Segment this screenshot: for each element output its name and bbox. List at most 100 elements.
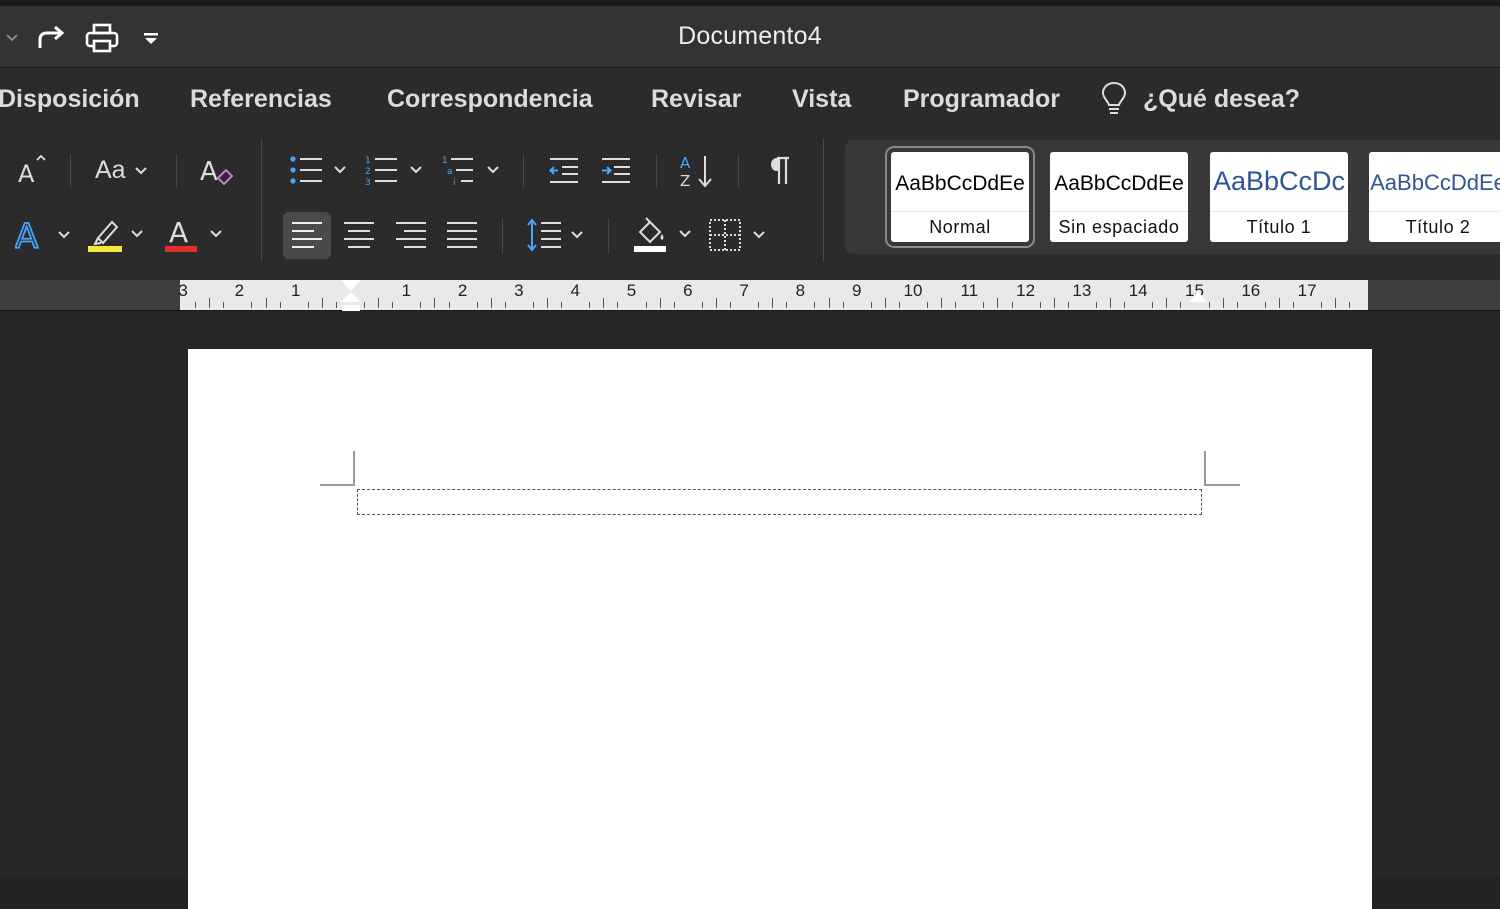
font-color-button[interactable]: A: [165, 216, 223, 252]
svg-text:A: A: [15, 218, 38, 252]
decrease-indent-icon[interactable]: [548, 154, 580, 186]
line-spacing-button[interactable]: [526, 218, 584, 252]
clear-formatting-icon[interactable]: A: [200, 152, 236, 188]
ruler-tick: [701, 302, 703, 308]
change-case-button[interactable]: Aa: [95, 156, 148, 185]
style-sin-espaciado[interactable]: AaBbCcDdEe Sin espaciado: [1050, 152, 1188, 242]
svg-text:1: 1: [365, 156, 371, 166]
ruler-label: 4: [570, 281, 580, 300]
ruler-tick: [617, 302, 619, 308]
ruler-tick: [828, 298, 830, 308]
header-area[interactable]: [357, 489, 1202, 515]
ruler-label: 1: [401, 281, 412, 300]
lightbulb-icon[interactable]: [1100, 80, 1128, 116]
ribbon-tabs: Disposición Referencias Correspondencia …: [0, 68, 1500, 134]
styles-gallery: AaBbCcDdEe Normal AaBbCcDdEe Sin espacia…: [845, 140, 1500, 254]
ruler-tick: [870, 302, 872, 308]
ruler-tick: [1335, 298, 1337, 308]
horizontal-ruler-bar: 3 2 1 1 2 3 4 5 6 7 8 9 10 11 12 13 14 15 16 17: [0, 280, 1500, 317]
ruler-tick: [532, 302, 534, 308]
document-workspace: [0, 311, 1500, 909]
align-center-icon[interactable]: [343, 220, 375, 250]
ruler-label: 13: [1072, 281, 1092, 300]
ruler-tick: [927, 302, 929, 308]
ruler-tick: [1321, 302, 1323, 308]
ruler-tick: [673, 302, 675, 308]
chevron-down-icon: [131, 230, 143, 238]
separator: [502, 218, 503, 254]
justify-icon[interactable]: [446, 220, 478, 250]
multilevel-list-button[interactable]: 1ai: [442, 154, 500, 186]
align-left-icon[interactable]: [291, 220, 323, 250]
ruler-tick: [265, 298, 267, 308]
ruler-label: 12: [1016, 281, 1036, 300]
group-separator: [823, 138, 824, 262]
ruler-tick: [476, 302, 478, 308]
chevron-down-icon: [679, 230, 691, 238]
bullet-list-button[interactable]: [289, 154, 347, 186]
tab-correspondencia[interactable]: Correspondencia: [387, 85, 593, 114]
style-normal[interactable]: AaBbCcDdEe Normal: [885, 146, 1035, 248]
style-sample: AaBbCcDc: [1212, 166, 1346, 196]
tab-referencias[interactable]: Referencias: [190, 85, 332, 114]
ruler-tick: [195, 302, 197, 308]
ruler-tick: [842, 302, 844, 308]
ruler-tick: [448, 302, 450, 308]
ruler-label: 2: [457, 281, 468, 300]
style-name: Título 2: [1369, 211, 1500, 242]
text-effects-icon: A: [15, 218, 39, 252]
group-separator: [261, 138, 262, 262]
ruler-tick: [1349, 302, 1351, 308]
tab-revisar[interactable]: Revisar: [651, 85, 741, 114]
chevron-down-icon: [753, 231, 765, 239]
right-indent-marker[interactable]: [1188, 290, 1208, 309]
ruler-tick: [420, 302, 422, 308]
multilevel-list-icon: 1ai: [442, 156, 473, 186]
tab-vista[interactable]: Vista: [792, 85, 851, 114]
text-effects-button[interactable]: A: [15, 218, 71, 252]
tab-programador[interactable]: Programador: [903, 85, 1060, 114]
svg-text:2: 2: [365, 167, 371, 177]
align-right-icon[interactable]: [395, 220, 427, 250]
separator: [608, 218, 609, 254]
ruler-tick: [1180, 302, 1182, 308]
separator: [70, 154, 71, 188]
borders-button[interactable]: [708, 218, 766, 252]
change-case-label: Aa: [95, 156, 126, 184]
increase-indent-icon[interactable]: [600, 154, 632, 186]
style-titulo-2[interactable]: AaBbCcDdEe Título 2: [1369, 152, 1500, 242]
ruler-label: 8: [795, 281, 806, 300]
ruler-label: 1: [290, 281, 301, 300]
ribbon-toolbar: A Aa A 123 1ai AZ A A AaBbCcDdEe Normal …: [0, 134, 1500, 281]
svg-text:3: 3: [365, 178, 371, 186]
tell-me-search[interactable]: ¿Qué desea?: [1143, 85, 1300, 114]
ruler-tick: [1264, 302, 1266, 308]
ruler-label: 3: [514, 281, 524, 300]
style-sample: AaBbCcDdEe: [895, 172, 1025, 195]
title-bar: Documento4: [0, 0, 1500, 68]
sort-icon[interactable]: AZ: [679, 152, 715, 190]
line-spacing-icon: [527, 218, 561, 252]
ruler-label: 5: [626, 281, 637, 300]
ruler-tick: [758, 302, 760, 308]
document-page[interactable]: [188, 349, 1372, 909]
ruler-tick: [378, 298, 380, 308]
show-formatting-marks-icon[interactable]: [765, 154, 793, 186]
svg-text:A: A: [680, 154, 691, 172]
ruler-tick: [786, 302, 788, 308]
shading-button[interactable]: [632, 216, 692, 252]
separator: [738, 154, 739, 188]
ruler-label: 16: [1241, 281, 1261, 300]
highlight-button[interactable]: [88, 216, 144, 252]
grow-font-icon[interactable]: A: [18, 154, 48, 186]
ruler-tick: [997, 298, 999, 308]
numbered-list-button[interactable]: 123: [365, 154, 423, 186]
chevron-down-icon: [134, 166, 147, 174]
tab-disposicion[interactable]: Disposición: [0, 85, 140, 114]
ruler-tick: [603, 298, 605, 308]
ruler-tick: [1053, 298, 1055, 308]
numbered-list-icon: 123: [365, 156, 397, 186]
style-name: Normal: [891, 211, 1029, 242]
style-titulo-1[interactable]: AaBbCcDc Título 1: [1210, 152, 1348, 242]
ruler-tick: [223, 302, 225, 308]
